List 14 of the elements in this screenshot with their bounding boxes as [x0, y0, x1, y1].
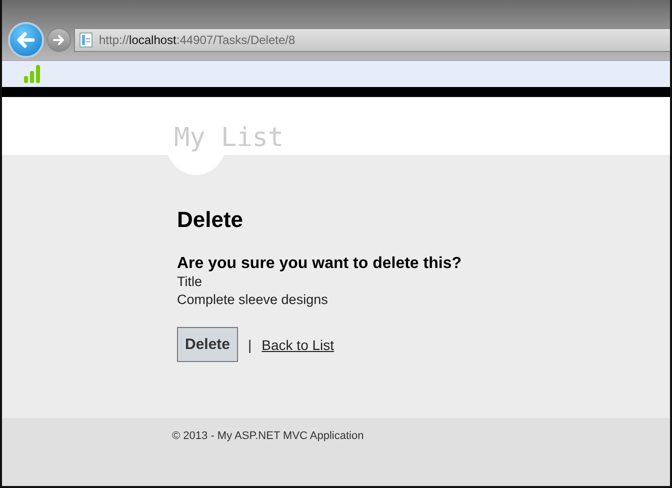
back-button[interactable] [8, 22, 44, 58]
confirm-question: Are you sure you want to delete this? [177, 255, 462, 273]
page-heading: Delete [177, 207, 244, 233]
field-value: Complete sleeve designs [177, 291, 329, 309]
footer-text: © 2013 - My ASP.NET MVC Application [172, 430, 364, 442]
field-label: Title [177, 273, 204, 291]
forward-arrow-icon [52, 33, 66, 47]
page-icon [79, 32, 93, 48]
delete-button[interactable]: Delete [177, 327, 238, 362]
address-bar[interactable]: http://localhost:44907/Tasks/Delete/8 [74, 28, 670, 52]
back-arrow-icon [15, 29, 37, 51]
separator: | [248, 336, 252, 352]
back-to-list-link[interactable]: Back to List [262, 336, 334, 352]
forward-button[interactable] [47, 28, 71, 52]
